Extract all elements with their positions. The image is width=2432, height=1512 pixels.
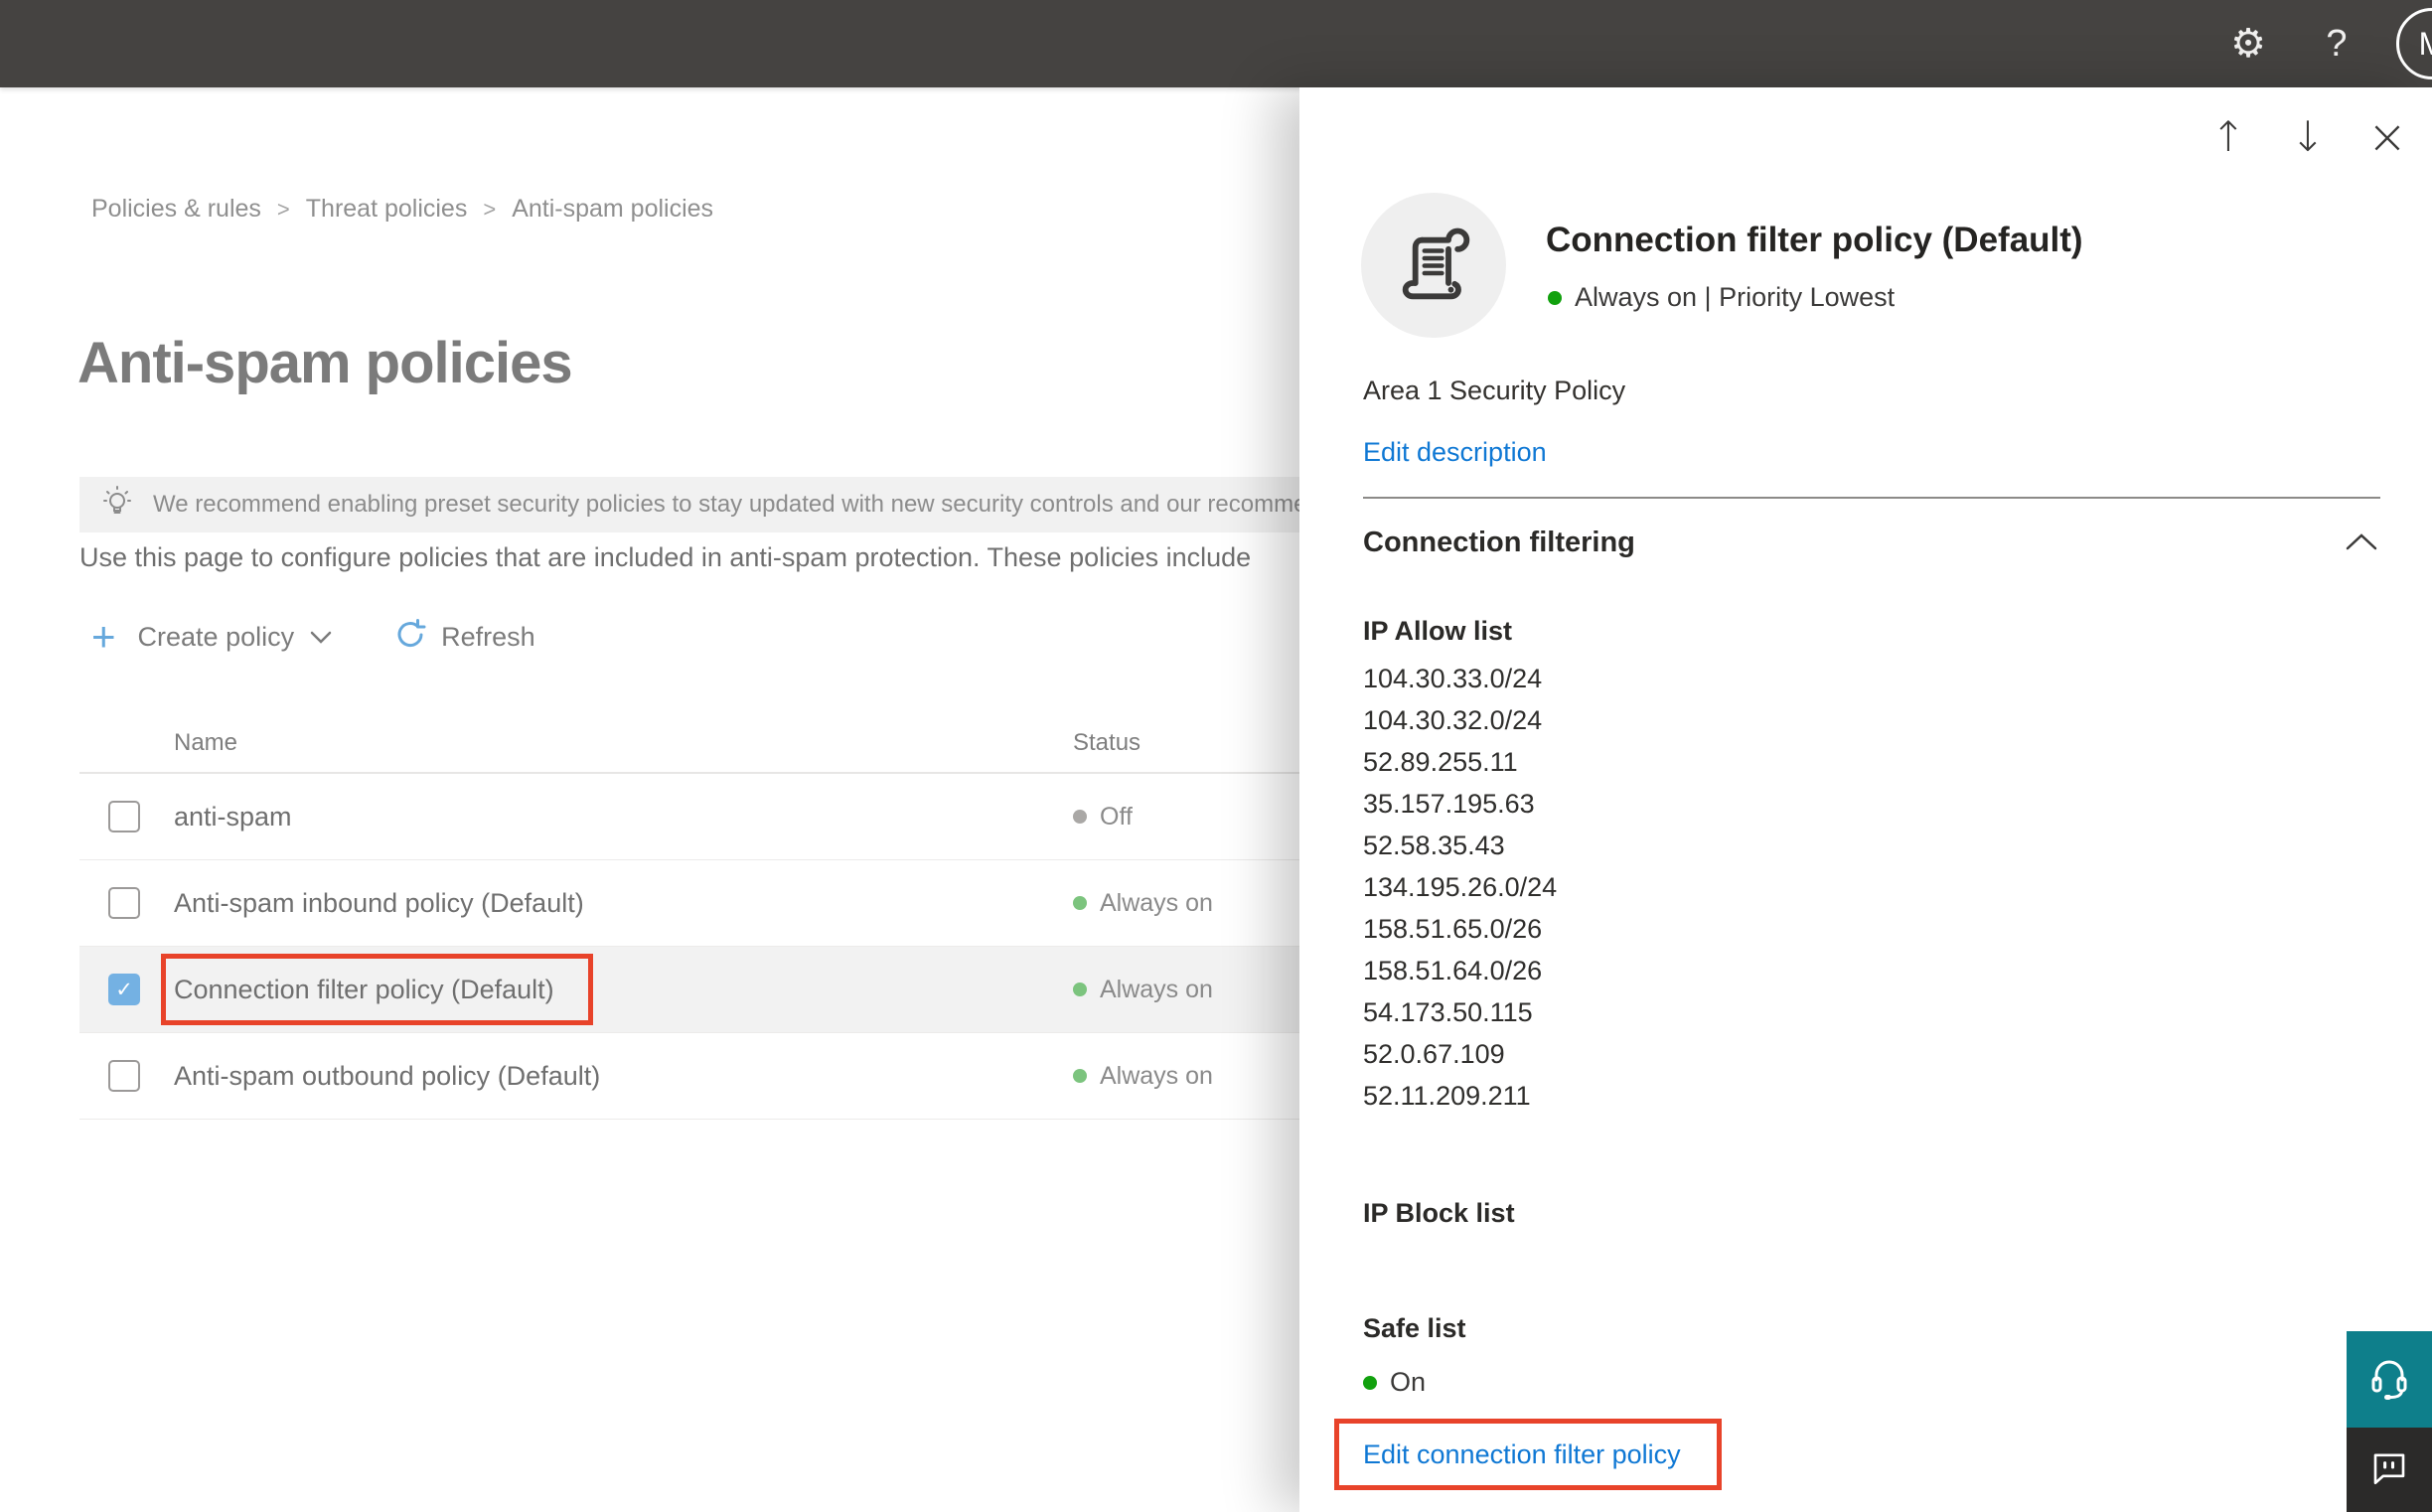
flyout-controls: ↑ ↓ × [2204,109,2412,165]
policy-description: Area 1 Security Policy [1363,376,1626,405]
status-text: Always on [1100,1061,1213,1090]
table-row[interactable]: Anti-spam inbound policy (Default) Always… [79,860,1299,947]
safe-list-value: On [1390,1367,1427,1397]
row-checkbox[interactable] [108,801,140,832]
account-avatar[interactable]: M [2396,8,2432,79]
feedback-button[interactable] [2347,1428,2432,1512]
chat-bubble-icon [2368,1446,2410,1493]
toolbar: + Create policy Refresh [91,612,535,662]
row-checkbox[interactable] [108,887,140,919]
policy-detail-flyout: ↑ ↓ × Connection filter policy (Default)… [1299,87,2432,1512]
help-icon[interactable]: ? [2307,23,2366,66]
ip-address: 54.173.50.115 [1363,997,1533,1027]
status-cell: Always on [1073,976,1213,1004]
status-dot [1073,896,1087,910]
recommendation-banner: We recommend enabling preset security po… [79,477,1299,532]
row-checkbox[interactable] [108,1060,140,1092]
status-dot [1073,810,1087,824]
table-row[interactable]: ✓ Connection filter policy (Default) Alway… [79,947,1299,1033]
flyout-status: Always on | Priority Lowest [1548,282,1895,313]
ip-address: 158.51.65.0/26 [1363,914,1543,944]
previous-item-up-arrow-icon[interactable]: ↑ [2204,109,2253,165]
policy-name-link[interactable]: Connection filter policy (Default) [161,954,593,1025]
ip-address: 104.30.33.0/24 [1363,664,1543,693]
safe-list-status: On [1363,1367,1426,1398]
status-dot [1073,1069,1087,1083]
create-policy-label: Create policy [137,621,295,652]
chevron-down-icon [310,631,332,649]
headset-icon [2365,1353,2413,1406]
policy-table-body: anti-spam Off Anti-spam inbound policy (De… [79,774,1299,1120]
policy-name-link[interactable]: anti-spam [174,802,292,832]
flyout-status-text: Always on | Priority Lowest [1575,282,1896,312]
flyout-title: Connection filter policy (Default) [1546,221,2083,259]
page-description: Use this page to configure policies that… [79,542,1252,572]
settings-gear-icon[interactable]: ⚙ [2213,21,2283,67]
ip-address: 104.30.32.0/24 [1363,705,1543,735]
chevron-right-icon: > [483,196,497,222]
support-button[interactable] [2347,1331,2432,1428]
close-icon[interactable]: × [2362,109,2412,165]
breadcrumb-policies-rules[interactable]: Policies & rules [91,195,261,224]
edit-connection-filter-policy-link[interactable]: Edit connection filter policy [1363,1439,1681,1470]
policy-table: Name Status anti-spam Off Anti-spam inboun… [79,707,1299,1120]
policy-icon-circle [1361,193,1506,338]
safe-list-label: Safe list [1363,1313,1466,1343]
refresh-label: Refresh [441,621,535,652]
status-text: Always on [1100,975,1213,1003]
status-cell: Off [1073,803,1133,832]
topbar: ⚙ ? M [0,0,2432,87]
next-item-down-arrow-icon[interactable]: ↓ [2283,109,2333,165]
chevron-up-icon[interactable] [2345,532,2378,557]
policy-name-link[interactable]: Anti-spam inbound policy (Default) [174,888,584,919]
breadcrumb-anti-spam-policies[interactable]: Anti-spam policies [512,195,713,224]
policy-scroll-icon [1394,224,1473,308]
status-text: Off [1100,802,1133,831]
breadcrumb-threat-policies[interactable]: Threat policies [306,195,468,224]
chevron-right-icon: > [276,196,290,222]
ip-allow-list: 104.30.33.0/24 104.30.32.0/24 52.89.255.11… [1363,658,1557,1117]
annotation-box: Edit connection filter policy [1334,1419,1722,1490]
status-dot [1073,983,1087,996]
section-title-connection-filtering: Connection filtering [1363,527,1635,558]
status-dot [1548,290,1562,305]
edit-description-link[interactable]: Edit description [1363,437,1547,468]
plus-icon: + [91,613,116,660]
row-checkbox[interactable]: ✓ [108,974,140,1005]
status-text: Always on [1100,888,1213,917]
column-header-name[interactable]: Name [174,729,237,757]
lightbulb-icon [99,485,135,526]
ip-address: 52.58.35.43 [1363,831,1505,860]
status-dot [1363,1375,1377,1390]
divider [1363,497,2380,499]
ip-address: 52.0.67.109 [1363,1039,1505,1069]
column-header-status[interactable]: Status [1073,729,1140,757]
screen: ⚙ ? M Policies & rules > Threat policies… [0,0,2432,1512]
ip-address: 52.89.255.11 [1363,747,1518,777]
breadcrumb: Policies & rules > Threat policies > Ant… [91,195,713,224]
policy-name-link[interactable]: Anti-spam outbound policy (Default) [174,1061,600,1092]
ip-address: 134.195.26.0/24 [1363,872,1558,902]
ip-address: 158.51.64.0/26 [1363,956,1543,985]
banner-text: We recommend enabling preset security po… [153,491,1299,518]
table-row[interactable]: anti-spam Off [79,774,1299,860]
status-cell: Always on [1073,1062,1213,1091]
ip-allow-list-label: IP Allow list [1363,616,1513,646]
status-cell: Always on [1073,889,1213,918]
refresh-button[interactable]: Refresh [393,618,535,657]
refresh-icon [393,618,427,657]
ip-block-list-label: IP Block list [1363,1198,1515,1228]
ip-address: 35.157.195.63 [1363,789,1535,819]
page-title: Anti-spam policies [77,331,573,395]
table-row[interactable]: Anti-spam outbound policy (Default) Alway… [79,1033,1299,1120]
create-policy-button[interactable]: + Create policy [91,613,332,660]
table-header: Name Status [79,707,1299,774]
ip-address: 52.11.209.211 [1363,1081,1531,1111]
